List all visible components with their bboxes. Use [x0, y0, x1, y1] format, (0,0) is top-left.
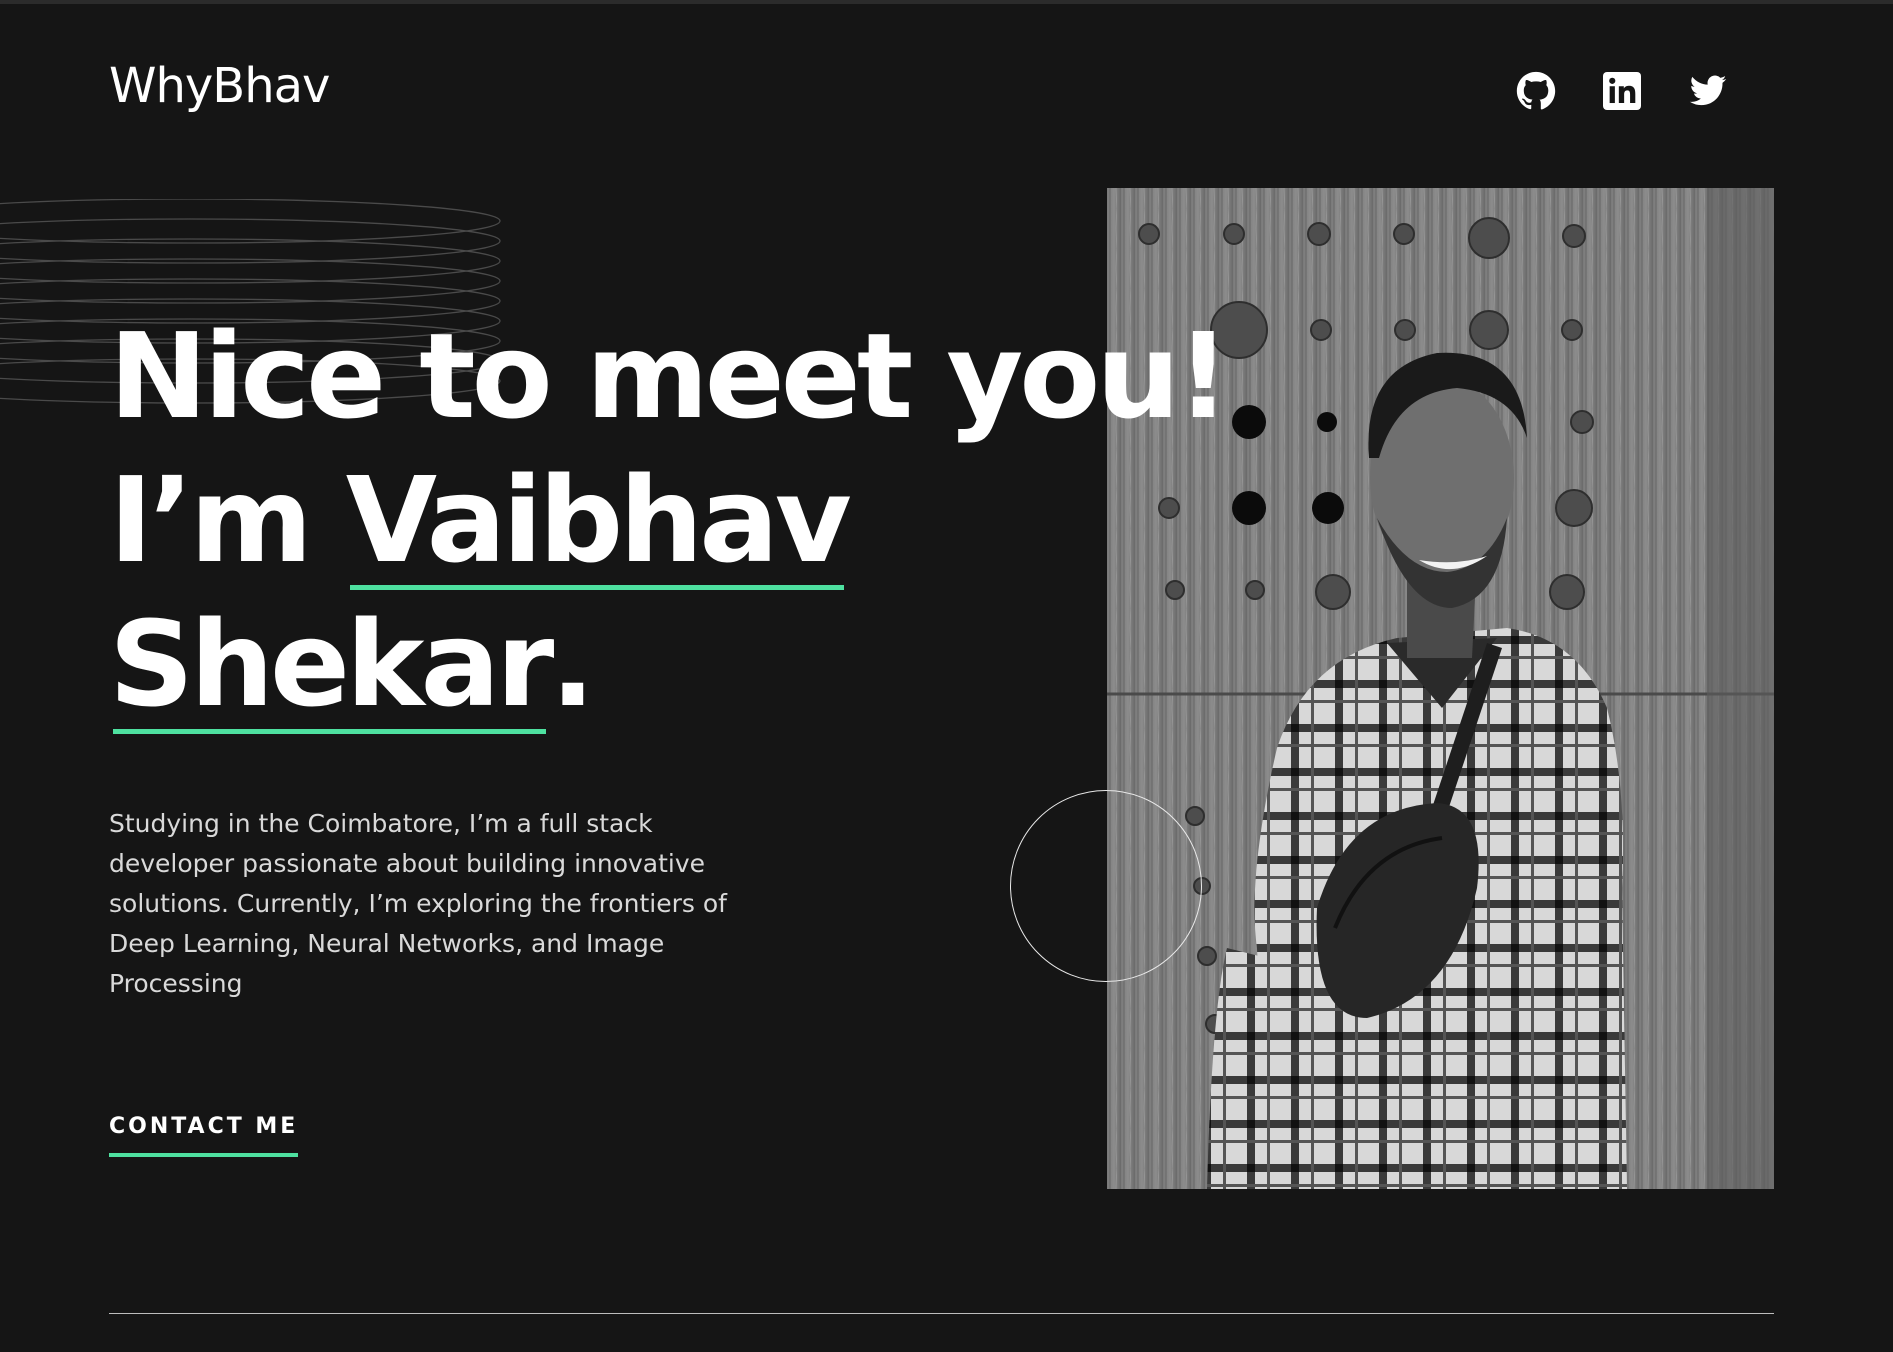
linkedin-icon [1603, 72, 1641, 110]
hero-first-name: Vaibhav [346, 448, 852, 592]
site-logo[interactable]: WhyBhav [109, 62, 330, 110]
hero-last-name: Shekar [109, 592, 554, 736]
hero-line-name: I’m Vaibhav [109, 448, 1226, 592]
linkedin-link[interactable] [1601, 70, 1643, 112]
hero-line-greeting: Nice to meet you! [109, 307, 1230, 445]
hero-heading: Nice to meet you! I’m Vaibhav Shekar. [109, 304, 1230, 736]
hero-name-prefix: I’m [109, 451, 346, 589]
twitter-link[interactable] [1687, 70, 1729, 112]
github-icon [1516, 71, 1556, 110]
intro-paragraph: Studying in the Coimbatore, I’m a full s… [109, 809, 727, 998]
contact-me-link[interactable]: CONTACT ME [109, 1114, 299, 1157]
hero-name-suffix: . [550, 595, 595, 733]
portfolio-page: WhyBhav Nice to meet you! I’m Vaibhav Sh… [0, 0, 1893, 1352]
github-link[interactable] [1515, 70, 1557, 112]
twitter-icon [1689, 75, 1727, 106]
social-links [1515, 70, 1729, 112]
hero-line-surname: Shekar. [109, 592, 1226, 736]
decorative-circle [1010, 790, 1202, 982]
section-divider [109, 1313, 1774, 1314]
